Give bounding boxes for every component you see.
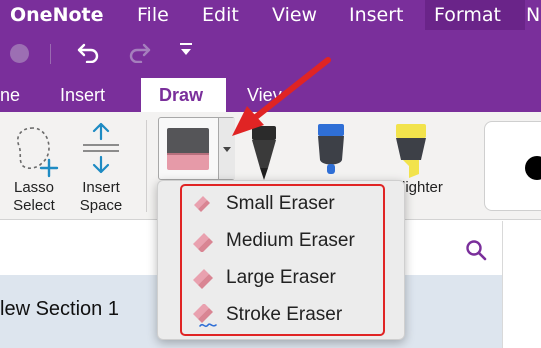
lasso-select-icon[interactable] <box>13 124 59 178</box>
menu-insert[interactable]: Insert <box>349 3 404 27</box>
annotation-highlight-box <box>180 184 385 336</box>
pen-thickness-preview[interactable] <box>484 121 541 211</box>
menu-edit[interactable]: Edit <box>202 3 239 27</box>
tab-insert[interactable]: Insert <box>60 84 105 106</box>
pen-thickness-dot <box>525 156 541 180</box>
menu-more[interactable]: N <box>526 3 540 27</box>
toolbar-divider <box>50 44 51 64</box>
annotation-arrow <box>232 57 331 136</box>
highlighter-label: lighter <box>402 179 443 196</box>
insert-space-icon[interactable] <box>78 122 124 174</box>
menu-file[interactable]: File <box>137 3 169 27</box>
eraser-dropdown-menu: Small Eraser Medium Eraser Large Eraser … <box>157 180 405 340</box>
mac-menu-bar: OneNote File Edit View Insert Format N <box>0 0 541 30</box>
search-icon[interactable] <box>465 239 487 261</box>
tab-draw[interactable]: Draw <box>141 78 226 112</box>
eraser-icon[interactable] <box>166 127 210 171</box>
redo-icon[interactable] <box>126 41 152 63</box>
tab-home[interactable]: ne <box>0 84 20 106</box>
menu-format[interactable]: Format <box>425 0 525 30</box>
section-title: lew Section 1 <box>0 298 119 320</box>
undo-icon[interactable] <box>76 41 102 63</box>
pane-divider <box>502 221 503 348</box>
window-circle-icon[interactable] <box>10 44 29 63</box>
menu-app-onenote[interactable]: OneNote <box>10 3 104 27</box>
highlighter-icon[interactable] <box>393 124 429 182</box>
menu-view[interactable]: View <box>272 3 317 27</box>
insert-space-label: Insert Space <box>79 179 123 214</box>
lasso-select-label: Lasso Select <box>13 179 55 214</box>
ribbon-group-divider <box>146 120 147 212</box>
customize-toolbar-icon[interactable] <box>179 41 193 59</box>
